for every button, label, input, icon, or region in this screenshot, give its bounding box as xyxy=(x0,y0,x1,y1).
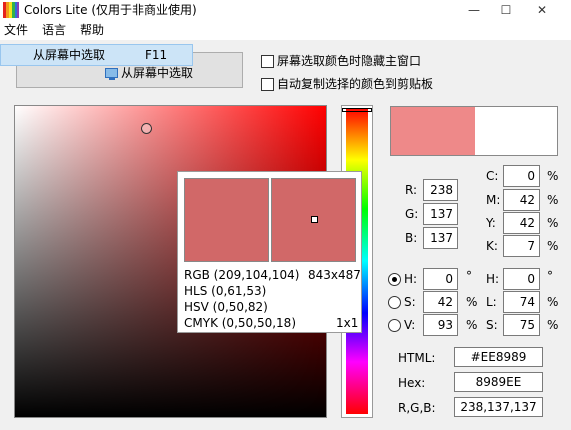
app-icon xyxy=(3,2,19,18)
magnifier-hsv: HSV (0,50,82) xyxy=(184,300,268,314)
maximize-button[interactable]: ☐ xyxy=(491,0,521,20)
k-input[interactable]: 7 xyxy=(503,235,540,257)
y-unit: % xyxy=(547,216,559,230)
hls-h-input[interactable]: 0 xyxy=(503,268,540,290)
hsv-s-unit: % xyxy=(466,295,478,309)
hls-l-unit: % xyxy=(547,295,559,309)
c-unit: % xyxy=(547,169,559,183)
magnifier-hls: HLS (0,61,53) xyxy=(184,284,267,298)
magnifier-zoom-level: 1x1 xyxy=(336,316,359,330)
rgb-code-input[interactable]: 238,137,137 xyxy=(454,397,543,417)
hls-l-label: L: xyxy=(486,295,497,309)
hsv-h-label: H: xyxy=(404,272,418,286)
magnifier-popup: RGB (209,104,104) 843x487 HLS (0,61,53) … xyxy=(177,171,362,333)
hls-l-input[interactable]: 74 xyxy=(503,291,540,313)
m-label: M: xyxy=(486,193,501,207)
y-label: Y: xyxy=(486,216,496,230)
hsv-s-radio[interactable] xyxy=(388,296,401,309)
menu-language[interactable]: 语言 xyxy=(42,22,66,38)
menu-item-screen-pick[interactable]: 从屏幕中选取 xyxy=(33,48,105,62)
r-input[interactable]: 238 xyxy=(423,179,458,201)
m-input[interactable]: 42 xyxy=(503,189,540,211)
m-unit: % xyxy=(547,193,559,207)
screen-pick-label: 从屏幕中选取 xyxy=(121,66,194,80)
hls-h-label: H: xyxy=(486,272,500,286)
close-button[interactable]: ✕ xyxy=(527,0,557,20)
magnifier-color-swatch xyxy=(184,178,269,262)
hsv-h-input[interactable]: 0 xyxy=(423,268,458,290)
auto-copy-label: 自动复制选择的颜色到剪贴板 xyxy=(277,77,434,91)
hls-s-label: S: xyxy=(486,318,498,332)
magnifier-cmyk: CMYK (0,50,50,18) xyxy=(184,316,296,330)
hex-code-input[interactable]: 8989EE xyxy=(454,372,543,392)
c-input[interactable]: 0 xyxy=(503,165,540,187)
hsv-s-input[interactable]: 42 xyxy=(423,291,458,313)
c-label: C: xyxy=(486,169,499,183)
hue-slider-handle[interactable] xyxy=(342,108,372,112)
html-label: HTML: xyxy=(398,351,436,365)
menu-item-shortcut: F11 xyxy=(145,48,168,62)
hls-s-input[interactable]: 75 xyxy=(503,314,540,336)
magnifier-screen-coords: 843x487 xyxy=(308,268,361,282)
b-label: B: xyxy=(405,231,418,245)
html-code-input[interactable]: #EE8989 xyxy=(454,347,543,367)
monitor-stand-icon xyxy=(109,78,115,80)
k-unit: % xyxy=(547,239,559,253)
hex-label: Hex: xyxy=(398,376,426,390)
menu-help[interactable]: 帮助 xyxy=(80,22,104,38)
g-label: G: xyxy=(405,207,419,221)
hsv-v-unit: % xyxy=(466,318,478,332)
hls-s-unit: % xyxy=(547,318,559,332)
hsv-v-label: V: xyxy=(404,318,416,332)
magnifier-zoom-view xyxy=(271,178,356,262)
minimize-button[interactable]: — xyxy=(459,0,489,20)
current-color-swatch xyxy=(391,107,475,155)
b-input[interactable]: 137 xyxy=(423,227,458,249)
r-label: R: xyxy=(405,183,418,197)
color-preview xyxy=(390,106,558,156)
hsv-h-radio[interactable] xyxy=(388,273,401,286)
rgb-code-label: R,G,B: xyxy=(398,401,436,415)
window-title: Colors Lite (仅用于非商业使用) xyxy=(24,3,197,17)
hsv-v-radio[interactable] xyxy=(388,319,401,332)
magnifier-rgb: RGB (209,104,104) xyxy=(184,268,300,282)
file-menu-dropdown: 从屏幕中选取 F11 xyxy=(0,44,193,66)
hide-window-label: 屏幕选取颜色时隐藏主窗口 xyxy=(277,54,422,68)
y-input[interactable]: 42 xyxy=(503,212,540,234)
k-label: K: xyxy=(486,239,498,253)
menu-file[interactable]: 文件 xyxy=(4,22,28,38)
hsv-v-input[interactable]: 93 xyxy=(423,314,458,336)
crosshair-icon xyxy=(311,216,318,223)
hsv-h-unit: ° xyxy=(466,269,472,283)
field-picker-cursor[interactable] xyxy=(141,123,152,134)
g-input[interactable]: 137 xyxy=(423,203,458,225)
monitor-icon xyxy=(105,68,118,78)
menu-bar: 文件 语言 帮助 xyxy=(0,20,571,40)
hide-window-checkbox[interactable] xyxy=(261,55,274,68)
auto-copy-checkbox[interactable] xyxy=(261,78,274,91)
hls-h-unit: ° xyxy=(547,269,553,283)
title-bar[interactable]: Colors Lite (仅用于非商业使用) — ☐ ✕ xyxy=(0,0,571,20)
hsv-s-label: S: xyxy=(404,295,416,309)
